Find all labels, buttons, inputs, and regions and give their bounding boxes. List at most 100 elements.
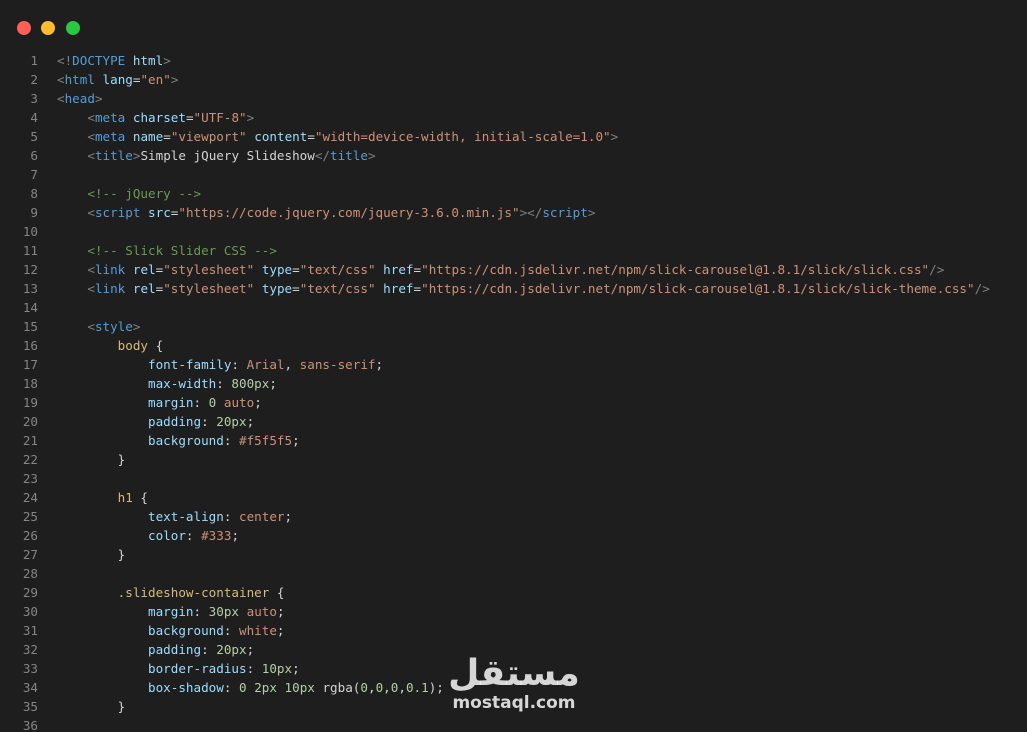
code-line: 19 margin: 0 auto; (0, 393, 1027, 412)
code-token: <! (57, 53, 73, 68)
line-number: 24 (22, 490, 38, 505)
line-code: padding: 20px; (57, 414, 254, 429)
code-token: < (87, 262, 95, 277)
code-token: type (261, 262, 293, 277)
code-line: 2 <html lang="en"> (0, 70, 1027, 89)
code-line: 3 <head> (0, 89, 1027, 108)
line-number: 22 (22, 452, 38, 467)
code-token: { (269, 585, 285, 600)
line-code: } (57, 452, 126, 467)
line-code: border-radius: 10px; (57, 661, 300, 676)
code-token: 10px (284, 680, 315, 695)
code-token: , (398, 680, 406, 695)
line-number: 16 (22, 338, 38, 353)
code-token: auto (223, 395, 255, 410)
code-token: , (383, 680, 391, 695)
line-number: 9 (30, 205, 38, 220)
code-token: auto (246, 604, 277, 619)
code-token: = (307, 129, 315, 144)
code-line: 21 background: #f5f5f5; (0, 431, 1027, 450)
close-window-button[interactable] (17, 21, 31, 35)
code-token: 20px (216, 642, 247, 657)
code-token: ; (254, 395, 262, 410)
line-number: 10 (22, 224, 38, 239)
code-token: = (185, 110, 194, 125)
line-code: <style> (57, 319, 140, 334)
code-token: max-width (148, 376, 217, 391)
code-token: lang (102, 72, 133, 87)
code-line: 26 color: #333; (0, 526, 1027, 545)
code-token: text-align (148, 509, 224, 524)
code-line: 5 <meta name="viewport" content="width=d… (0, 127, 1027, 146)
line-number: 31 (22, 623, 38, 638)
line-code: <meta name="viewport" content="width=dev… (57, 129, 618, 144)
code-token: font-family (148, 357, 232, 372)
code-token: 0 (239, 680, 247, 695)
line-code: background: white; (57, 623, 285, 638)
line-number: 12 (22, 262, 38, 277)
code-token: > (163, 53, 171, 68)
code-line: 4 <meta charset="UTF-8"> (0, 108, 1027, 127)
code-token: type (261, 281, 293, 296)
code-token: <!-- Slick Slider CSS --> (87, 243, 277, 258)
line-code: padding: 20px; (57, 642, 254, 657)
code-token: meta (94, 129, 126, 144)
line-code: color: #333; (57, 528, 239, 543)
code-token: > (587, 205, 596, 220)
line-number: 2 (30, 72, 38, 87)
line-number: 25 (22, 509, 38, 524)
maximize-window-button[interactable] (66, 21, 80, 35)
line-number: 6 (30, 148, 38, 163)
code-token: html (132, 53, 164, 68)
code-line: 16 body { (0, 336, 1027, 355)
code-token: "text/css" (299, 262, 376, 277)
code-token: 800px (231, 376, 270, 391)
code-token: border-radius (148, 661, 247, 676)
watermark-domain: mostaql.com (452, 693, 576, 713)
code-token: 2px (254, 680, 277, 695)
line-number: 18 (22, 376, 38, 391)
code-token: < (87, 319, 95, 334)
code-line: 8 <!-- jQuery --> (0, 184, 1027, 203)
code-line: 7 (0, 165, 1027, 184)
code-line: 23 (0, 469, 1027, 488)
code-token: ; (292, 661, 300, 676)
code-token: < (57, 72, 65, 87)
mostaql-watermark: مستقل mostaql.com (448, 655, 580, 719)
code-line: 10 (0, 222, 1027, 241)
line-code: box-shadow: 0 2px 10px rgba(0,0,0,0.1); (57, 680, 444, 695)
code-token: ; (246, 642, 255, 657)
code-line: 28 (0, 564, 1027, 583)
line-code: } (57, 699, 126, 714)
code-editor[interactable]: 1 <!DOCTYPE html> 2 <html lang="en"> 3 <head>… (0, 51, 1027, 732)
line-number: 34 (22, 680, 38, 695)
code-token: ; (246, 414, 255, 429)
code-token: box-shadow (148, 680, 224, 695)
code-token: ></ (519, 205, 543, 220)
code-token: #f5f5f5 (239, 433, 293, 448)
line-number: 15 (22, 319, 38, 334)
code-token: "https://cdn.jsdelivr.net/npm/slick-caro… (421, 281, 975, 296)
minimize-window-button[interactable] (41, 21, 55, 35)
line-code: body { (57, 338, 164, 353)
line-code: <meta charset="UTF-8"> (57, 110, 254, 125)
code-token: : (201, 414, 217, 429)
code-token: style (94, 319, 133, 334)
